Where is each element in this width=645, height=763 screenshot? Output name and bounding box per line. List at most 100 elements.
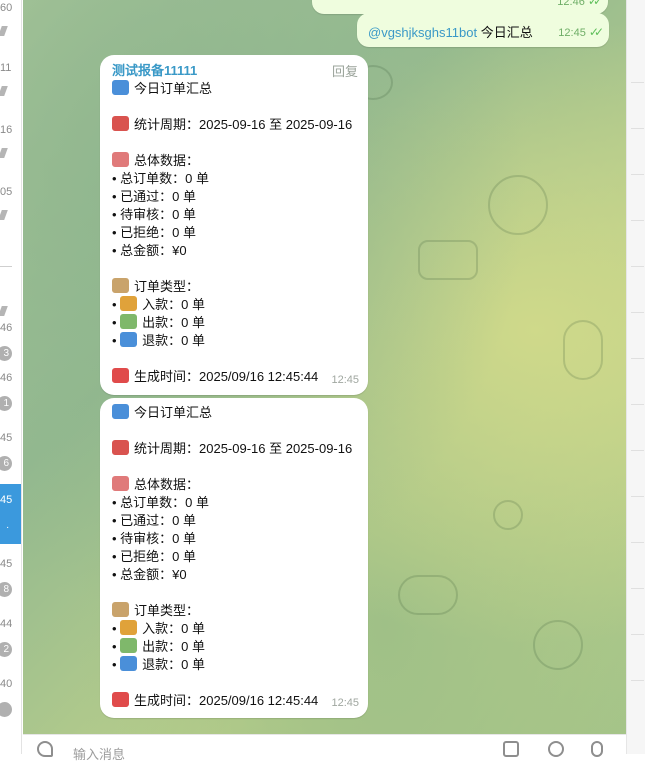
- money-bag-icon: [120, 620, 138, 635]
- outgoing-message[interactable]: @vgshjksghs11bot 今日汇总 12:45 ✓✓: [357, 13, 609, 47]
- pin-icon: [0, 148, 8, 158]
- generated-time-text: 生成时间：2025/09/16 12:45:44: [134, 369, 319, 384]
- chat-list-item[interactable]: 46 1: [0, 362, 21, 422]
- overall-stat-line: • 待审核：0 单: [112, 531, 197, 546]
- calendar-icon: [112, 116, 129, 131]
- overall-stat-line: • 已拒绝：0 单: [112, 225, 197, 240]
- doodle-dino-icon: [563, 320, 603, 380]
- reply-button[interactable]: 回复: [332, 63, 358, 81]
- types-header-text: 订单类型：: [134, 603, 200, 618]
- clipboard-icon: [112, 602, 129, 617]
- divider: [0, 266, 12, 267]
- overall-stat-line: • 已通过：0 单: [112, 189, 197, 204]
- generated-time-text: 生成时间：2025/09/16 12:45:44: [134, 693, 319, 708]
- pin-icon: [0, 86, 8, 96]
- incoming-report-message[interactable]: 今日订单汇总统计周期：2025-09-16 至 2025-09-16 总体数据： •…: [100, 398, 368, 718]
- bullet: •: [112, 315, 121, 330]
- bullet: •: [112, 297, 121, 312]
- message-text: @vgshjksghs11bot 今日汇总: [368, 25, 533, 40]
- alarm-clock-icon: [112, 692, 129, 707]
- chat-list-time: 46: [0, 372, 13, 384]
- overall-stat-line: • 总金额：¥0: [112, 243, 187, 258]
- overall-stat-line: • 已拒绝：0 单: [112, 549, 197, 564]
- chat-list-item[interactable]: 60: [0, 0, 21, 52]
- order-type-text: 入款：0 单: [142, 621, 206, 636]
- chat-list-item[interactable]: 45.: [0, 484, 21, 544]
- order-type-line: • 入款：0 单: [112, 620, 356, 638]
- types-header: 订单类型：: [112, 602, 356, 620]
- message-composer: 输入消息: [23, 734, 626, 762]
- calendar-icon: [112, 440, 129, 455]
- overall-stat-line: • 总订单数：0 单: [112, 171, 210, 186]
- bar-chart-icon: [112, 80, 129, 95]
- chat-list-item[interactable]: 16: [0, 114, 21, 174]
- overall-header-text: 总体数据：: [134, 477, 200, 492]
- chat-list-time: 11: [0, 62, 12, 74]
- bullet: •: [112, 639, 121, 654]
- chat-list-item[interactable]: 45 6: [0, 422, 21, 482]
- bullet: •: [112, 621, 121, 636]
- order-type-line: • 出款：0 单: [112, 638, 356, 656]
- report-period: 统计周期：2025-09-16 至 2025-09-16: [112, 440, 356, 458]
- report-title: 今日订单汇总: [112, 404, 356, 422]
- unread-badge: [0, 702, 12, 717]
- bullet: •: [112, 657, 121, 672]
- alarm-clock-icon: [112, 368, 129, 383]
- chat-list-time: 60: [0, 2, 13, 14]
- chat-list-item[interactable]: 40: [0, 668, 21, 728]
- bot-mention-link[interactable]: @vgshjksghs11bot: [368, 25, 477, 40]
- unread-badge: 1: [0, 396, 12, 411]
- chat-list-item[interactable]: 05: [0, 176, 21, 236]
- order-type-text: 出款：0 单: [142, 639, 206, 654]
- generated-time: 生成时间：2025/09/16 12:45:44: [112, 692, 356, 710]
- incoming-report-message[interactable]: 测试报备11111 回复 今日订单汇总 统计周期：2025-09-16 至 2025-…: [100, 55, 368, 395]
- order-type-line: • 退款：0 单: [112, 332, 356, 350]
- attach-icon[interactable]: [37, 741, 53, 757]
- chart-increasing-icon: [112, 152, 129, 167]
- order-type-text: 退款：0 单: [142, 333, 206, 348]
- report-title: 今日订单汇总: [112, 80, 356, 98]
- sender-name[interactable]: 测试报备11111: [112, 62, 356, 80]
- money-wings-icon: [120, 314, 138, 329]
- pin-icon: [0, 210, 8, 220]
- unread-badge: 3: [0, 346, 12, 361]
- chart-increasing-icon: [112, 476, 129, 491]
- order-type-line: • 入款：0 单: [112, 296, 356, 314]
- overall-stat-line: • 待审核：0 单: [112, 207, 197, 222]
- chat-list-time: 16: [0, 124, 13, 136]
- report-period-text: 统计周期：2025-09-16 至 2025-09-16: [134, 441, 353, 456]
- doodle-tree-icon: [418, 240, 478, 280]
- order-type-text: 出款：0 单: [142, 315, 206, 330]
- doodle-balloon-icon: [488, 175, 548, 235]
- order-type-line: • 出款：0 单: [112, 314, 356, 332]
- chat-list-time: 05: [0, 186, 13, 198]
- doodle-ball-icon: [493, 500, 523, 530]
- message-time: 12:45 ✓✓: [558, 25, 604, 39]
- microphone-icon[interactable]: [591, 741, 603, 757]
- chat-list-time: 45: [0, 432, 13, 444]
- unread-badge: 6: [0, 456, 12, 471]
- types-header-text: 订单类型：: [134, 279, 200, 294]
- generated-time: 生成时间：2025/09/16 12:45:44: [112, 368, 356, 386]
- chat-list-item[interactable]: 11: [0, 52, 21, 112]
- message-time: 12:45: [331, 697, 359, 709]
- chat-list-time: 45: [0, 558, 13, 570]
- outgoing-message[interactable]: 12:46 ✓✓: [312, 0, 608, 14]
- overall-header: 总体数据：: [112, 476, 356, 494]
- command-icon[interactable]: [503, 741, 519, 757]
- chat-list-item[interactable]: 45 8: [0, 548, 21, 608]
- emoji-icon[interactable]: [548, 741, 564, 757]
- order-type-line: • 退款：0 单: [112, 656, 356, 674]
- overall-header: 总体数据：: [112, 152, 356, 170]
- chat-list-item[interactable]: 44 2: [0, 608, 21, 668]
- money-wings-icon: [120, 638, 138, 653]
- unread-badge: .: [6, 520, 9, 531]
- types-header: 订单类型：: [112, 278, 356, 296]
- bar-chart-icon: [112, 404, 129, 419]
